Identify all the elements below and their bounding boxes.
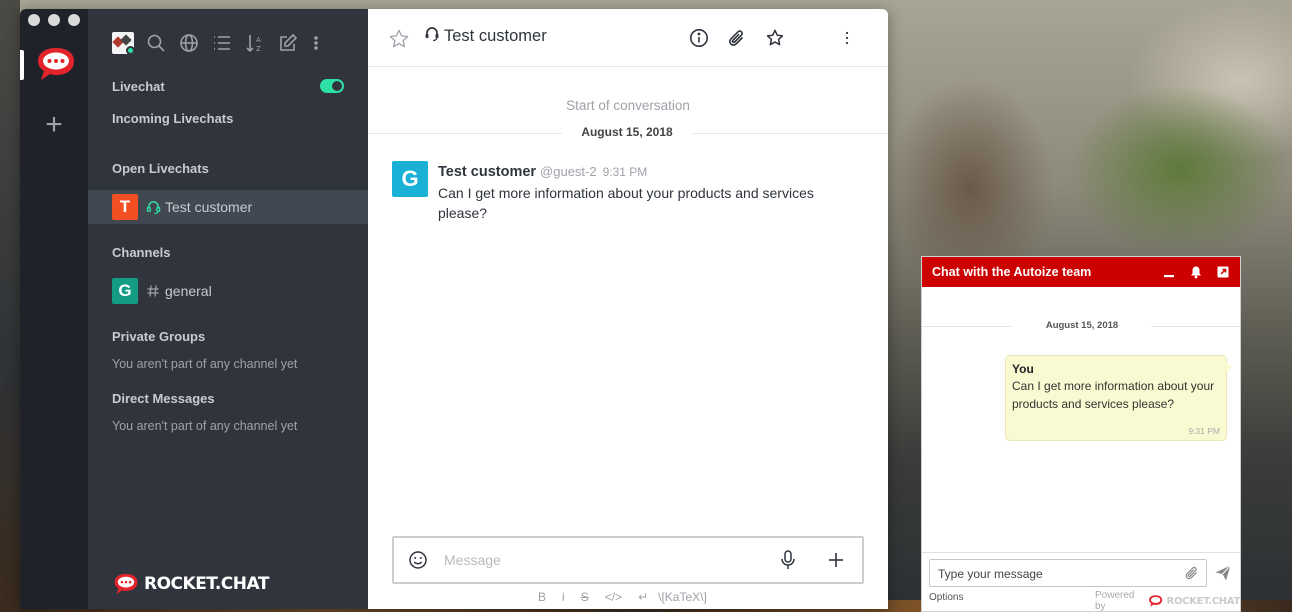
livechat-icon — [424, 26, 440, 47]
plus-icon[interactable] — [826, 549, 846, 576]
sidebar-toolbar: AZ — [112, 31, 321, 55]
sidebar: AZ Livechat Incoming Livechats Open Live… — [88, 9, 368, 609]
direct-messages-label: Direct Messages — [112, 391, 215, 406]
microphone-icon[interactable] — [778, 549, 798, 576]
room-view: Test customer Start of conversation Augu… — [368, 9, 888, 609]
info-icon[interactable] — [688, 27, 710, 49]
widget-message-input[interactable]: Type your message — [929, 559, 1207, 587]
strike-button[interactable]: S — [581, 590, 589, 604]
sort-icon[interactable]: AZ — [244, 32, 266, 54]
widget-input-placeholder: Type your message — [938, 567, 1043, 581]
user-avatar[interactable] — [112, 32, 134, 54]
widget-date-label: August 15, 2018 — [1045, 320, 1119, 331]
bell-icon[interactable] — [1189, 265, 1203, 279]
svg-text:A: A — [256, 36, 261, 44]
room-title-text: Test customer — [444, 27, 547, 45]
widget-title: Chat with the Autoize team — [932, 265, 1092, 279]
svg-text:Z: Z — [256, 45, 261, 53]
rocketchat-logo-icon — [114, 573, 138, 595]
room-avatar: G — [112, 278, 138, 304]
formatting-toolbar: B i S </> ↵ \[KaTeX\] — [538, 590, 707, 604]
edit-icon[interactable] — [277, 32, 299, 54]
message-composer[interactable]: Message — [392, 536, 864, 584]
livechat-icon — [145, 199, 161, 215]
search-icon[interactable] — [145, 32, 167, 54]
window-controls — [28, 14, 80, 26]
kebab-menu-icon[interactable] — [311, 32, 321, 54]
powered-by-brand: ROCKET.CHAT — [1166, 595, 1240, 607]
start-of-conversation: Start of conversation — [566, 98, 690, 113]
widget-footer-divider — [922, 552, 1240, 553]
channels-label: Channels — [112, 245, 171, 260]
popout-icon[interactable] — [1216, 265, 1230, 279]
widget-message-bubble: You Can I get more information about you… — [1005, 355, 1232, 441]
minimize-icon[interactable] — [1162, 265, 1176, 279]
room-kebab-menu-icon[interactable] — [842, 27, 852, 49]
rocketchat-server-icon[interactable] — [35, 45, 77, 83]
widget-message-time: 9:31 PM — [1188, 426, 1220, 436]
livechat-widget: Chat with the Autoize team August 15, 20… — [921, 256, 1241, 612]
server-list: + — [20, 9, 88, 609]
livechat-toggle[interactable] — [320, 79, 344, 93]
open-livechats-label: Open Livechats — [112, 161, 209, 176]
message-username[interactable]: Test customer — [438, 164, 536, 180]
paperclip-icon[interactable] — [1184, 565, 1200, 586]
close-window-button[interactable] — [28, 14, 40, 26]
italic-button[interactable]: i — [562, 590, 565, 604]
online-status-icon — [126, 46, 134, 54]
active-server-indicator — [20, 50, 24, 80]
message-header: Test customer @guest-2 9:31 PM — [438, 163, 647, 181]
starred-messages-icon[interactable] — [764, 27, 786, 49]
attachment-icon[interactable] — [726, 27, 748, 49]
message-time: 9:31 PM — [602, 165, 648, 179]
globe-icon[interactable] — [178, 32, 200, 54]
zoom-window-button[interactable] — [68, 14, 80, 26]
sidebar-item-test-customer[interactable]: T Test customer — [88, 190, 368, 224]
rocketchat-logo: ROCKET.CHAT — [112, 572, 269, 596]
room-name: general — [165, 283, 212, 299]
rocketchat-window: + AZ Livechat Incoming Livechats Open Li… — [20, 9, 888, 609]
brand-text: ROCKET.CHAT — [144, 574, 269, 594]
katex-button[interactable]: \[KaTeX\] — [658, 590, 707, 604]
add-server-plus-icon[interactable]: + — [42, 110, 66, 140]
room-name: Test customer — [165, 199, 253, 215]
minimize-window-button[interactable] — [48, 14, 60, 26]
bold-button[interactable]: B — [538, 590, 546, 604]
code-button[interactable]: </> — [605, 590, 622, 604]
message-avatar[interactable]: G — [392, 161, 428, 197]
incoming-livechats-link[interactable]: Incoming Livechats — [112, 111, 233, 126]
message-input[interactable]: Message — [444, 552, 501, 568]
powered-by-text: Powered by — [1095, 590, 1135, 612]
hash-icon — [145, 283, 161, 299]
rocketchat-small-logo-icon — [1149, 595, 1163, 607]
list-icon[interactable] — [211, 32, 233, 54]
private-groups-empty: You aren't part of any channel yet — [112, 357, 298, 371]
direct-messages-empty: You aren't part of any channel yet — [112, 419, 298, 433]
send-icon[interactable] — [1214, 564, 1232, 587]
widget-header[interactable]: Chat with the Autoize team — [922, 257, 1240, 287]
sidebar-item-general[interactable]: G general — [88, 274, 368, 308]
favorite-star-icon[interactable] — [388, 28, 410, 55]
widget-message-author: You — [1012, 362, 1034, 376]
private-groups-label: Private Groups — [112, 329, 206, 344]
room-header: Test customer — [368, 9, 888, 67]
message-body: Can I get more information about your pr… — [438, 185, 814, 221]
message-handle: @guest-2 — [540, 164, 597, 179]
widget-message-text: Can I get more information about your pr… — [1012, 379, 1215, 411]
multiline-button[interactable]: ↵ — [638, 590, 648, 604]
widget-options-link[interactable]: Options — [929, 592, 963, 603]
room-avatar: T — [112, 194, 138, 220]
widget-powered-by[interactable]: Powered by ROCKET.CHAT — [1095, 590, 1240, 612]
date-separator-label: August 15, 2018 — [562, 125, 692, 139]
livechat-label: Livechat — [112, 79, 165, 94]
emoji-icon[interactable] — [408, 550, 428, 575]
room-title: Test customer — [424, 26, 547, 47]
desktop-background-edge — [0, 0, 20, 612]
